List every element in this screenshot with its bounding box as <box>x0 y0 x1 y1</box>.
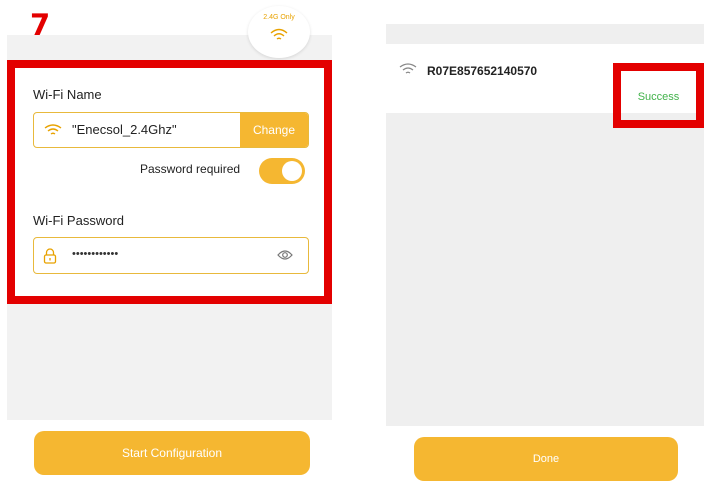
band-badge: 2.4G Only <box>248 6 310 58</box>
right-screen-background <box>386 113 704 426</box>
done-button[interactable]: Done <box>414 437 678 481</box>
wifi-icon <box>399 63 417 74</box>
step-number: 7 <box>30 8 51 42</box>
device-name: R07E857652140570 <box>427 64 538 78</box>
highlight-frame-form <box>7 60 332 304</box>
wifi-icon <box>270 28 288 40</box>
start-configuration-button[interactable]: Start Configuration <box>34 431 310 475</box>
right-header-strip <box>386 24 704 44</box>
band-badge-label: 2.4G Only <box>263 14 295 21</box>
highlight-frame-status <box>613 63 704 128</box>
